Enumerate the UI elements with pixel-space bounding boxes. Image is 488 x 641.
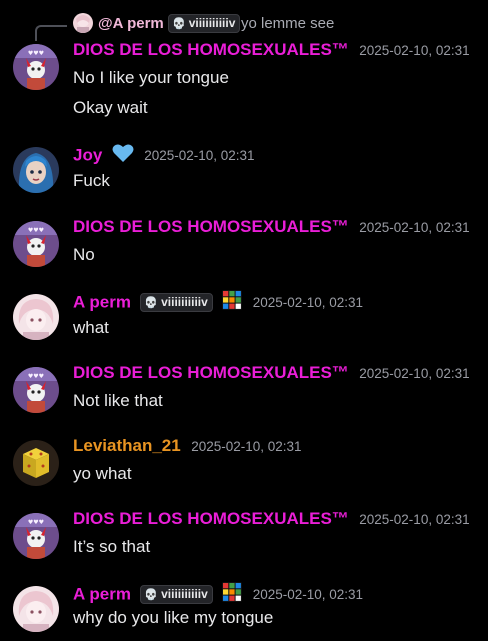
timestamp: 2025-02-10, 02:31 bbox=[252, 295, 364, 310]
reply-author-name[interactable]: @A perm bbox=[98, 15, 164, 32]
svg-text:♥♥♥: ♥♥♥ bbox=[28, 50, 44, 57]
message-text: Okay wait bbox=[73, 98, 148, 117]
username[interactable]: A perm bbox=[73, 585, 131, 604]
timestamp: 2025-02-10, 02:31 bbox=[359, 511, 470, 527]
skull-icon: 💀 bbox=[172, 18, 186, 30]
message-text: what bbox=[73, 318, 109, 337]
timestamp: 2025-02-10, 02:31 bbox=[359, 219, 470, 235]
reply-avatar[interactable] bbox=[73, 13, 93, 33]
timestamp: 2025-02-10, 02:31 bbox=[359, 42, 470, 58]
avatar[interactable] bbox=[13, 586, 59, 632]
avatar[interactable] bbox=[13, 294, 59, 340]
reply-user-tag[interactable]: 💀 viiiiiiiiiiv bbox=[168, 14, 241, 33]
username[interactable]: Joy bbox=[73, 146, 102, 165]
timestamp: 2025-02-10, 02:31 bbox=[252, 587, 364, 602]
avatar[interactable]: ♥♥♥ bbox=[13, 513, 59, 559]
message-text: No I like your tongue bbox=[73, 68, 229, 87]
message-text: Not like that bbox=[73, 391, 163, 410]
reply-snippet[interactable]: yo lemme see bbox=[241, 15, 334, 32]
rubiks-cube-icon bbox=[222, 290, 243, 315]
username[interactable]: DIOS DE LOS HOMOSEXUALES™ bbox=[73, 40, 349, 59]
svg-text:♥♥♥: ♥♥♥ bbox=[28, 519, 44, 526]
reply-preview[interactable]: @A perm 💀 viiiiiiiiiiv yo lemme see bbox=[0, 10, 488, 41]
rubiks-cube-icon bbox=[222, 582, 243, 607]
message-text: why do you like my tongue bbox=[73, 608, 274, 627]
username[interactable]: A perm bbox=[73, 293, 131, 312]
reply-connector-line bbox=[35, 25, 67, 41]
message-text: yo what bbox=[73, 464, 132, 483]
timestamp: 2025-02-10, 02:31 bbox=[191, 438, 302, 454]
avatar[interactable] bbox=[13, 440, 59, 486]
svg-text:♥♥♥: ♥♥♥ bbox=[28, 373, 44, 380]
message-text: No bbox=[73, 245, 95, 264]
avatar[interactable] bbox=[13, 147, 59, 193]
user-tag[interactable]: 💀 viiiiiiiiiiv bbox=[140, 293, 213, 312]
message-text: It’s so that bbox=[73, 537, 151, 556]
chat-message-list: @A perm 💀 viiiiiiiiiiv yo lemme see ♥♥♥ D… bbox=[0, 0, 488, 641]
skull-icon: 💀 bbox=[144, 297, 159, 309]
message-text: Fuck bbox=[73, 171, 110, 190]
username[interactable]: Leviathan_21 bbox=[73, 436, 181, 455]
timestamp: 2025-02-10, 02:31 bbox=[144, 148, 255, 163]
avatar[interactable]: ♥♥♥ bbox=[13, 44, 59, 90]
skull-icon: 💀 bbox=[144, 589, 159, 601]
username[interactable]: DIOS DE LOS HOMOSEXUALES™ bbox=[73, 509, 349, 528]
user-tag[interactable]: 💀 viiiiiiiiiiv bbox=[140, 585, 213, 604]
avatar[interactable]: ♥♥♥ bbox=[13, 221, 59, 267]
timestamp: 2025-02-10, 02:31 bbox=[359, 365, 470, 381]
svg-text:♥♥♥: ♥♥♥ bbox=[28, 227, 44, 234]
blue-heart-icon bbox=[112, 143, 134, 168]
username[interactable]: DIOS DE LOS HOMOSEXUALES™ bbox=[73, 217, 349, 236]
username[interactable]: DIOS DE LOS HOMOSEXUALES™ bbox=[73, 363, 349, 382]
avatar[interactable]: ♥♥♥ bbox=[13, 367, 59, 413]
